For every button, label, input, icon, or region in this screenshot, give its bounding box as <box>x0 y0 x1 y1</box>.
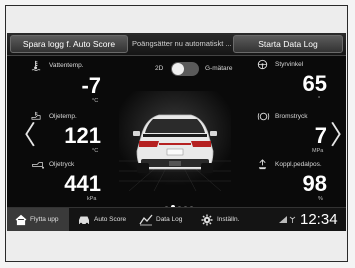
top-bar: Spara logg f. Auto Score Poängsätter nu … <box>7 33 346 56</box>
car-rear-illustration <box>119 91 231 191</box>
antenna-icon <box>289 216 296 223</box>
brake-icon <box>257 112 270 121</box>
coolant-temp-label: Vattentemp. <box>49 62 84 69</box>
status-clock: 12:34 <box>300 211 338 228</box>
nav-settings-label: Inställn. <box>217 216 240 223</box>
toggle-knob <box>172 63 184 75</box>
oil-temp-label: Oljetemp. <box>49 113 77 120</box>
previous-page-arrow[interactable]: 〈 <box>10 123 36 149</box>
car-icon <box>79 216 89 226</box>
infotainment-screen: Spara logg f. Auto Score Poängsätter nu … <box>7 33 346 231</box>
brake-pressure-value: 7 <box>314 123 327 148</box>
nav-data-log-label: Data Log <box>156 216 183 223</box>
oil-pressure-unit: kPa <box>87 196 97 202</box>
steering-angle-value: 65 <box>302 71 327 96</box>
home-icon <box>15 214 27 226</box>
signal-icon <box>279 216 287 223</box>
oil-pressure-icon <box>32 162 44 169</box>
oil-temp-icon <box>31 111 41 120</box>
steering-angle-unit: ° <box>318 96 321 102</box>
oil-pressure-value: 441 <box>64 171 101 196</box>
view-mode-toggle[interactable] <box>171 62 199 76</box>
clutch-pedal-unit: % <box>318 196 323 202</box>
bottom-nav: Flytta upp Auto Score Data Log Inställn. <box>7 207 346 231</box>
steering-angle-label: Styrvinkel <box>275 61 304 68</box>
nav-item-home[interactable]: Flytta upp <box>7 208 69 231</box>
coolant-temp-icon <box>31 60 41 71</box>
data-log-icon <box>139 214 153 226</box>
nav-item-auto-score[interactable]: Auto Score <box>73 208 133 231</box>
clutch-pedal-icon <box>258 159 267 170</box>
clutch-pedal-value: 98 <box>302 171 327 196</box>
brake-pressure-label: Bromstryck <box>275 113 308 120</box>
oil-temp-unit: °C <box>92 148 99 154</box>
toggle-2d-label: 2D <box>155 65 164 72</box>
oil-temp-value: 121 <box>64 123 101 148</box>
nav-item-data-log[interactable]: Data Log <box>135 208 195 231</box>
gear-icon <box>201 214 213 226</box>
toggle-g-meter-label: G-mätare <box>205 65 233 72</box>
steering-wheel-icon <box>257 59 268 70</box>
oil-pressure-label: Oljetryck <box>49 161 75 168</box>
clutch-pedal-label: Koppl.pedalpos. <box>275 161 322 168</box>
nav-auto-score-label: Auto Score <box>94 216 127 223</box>
nav-item-settings[interactable]: Inställn. <box>197 208 255 231</box>
save-log-auto-score-button[interactable]: Spara logg f. Auto Score <box>10 35 128 53</box>
coolant-temp-value: -7 <box>81 73 101 98</box>
auto-scoring-status-text: Poängsätter nu automatiskt ... <box>132 39 232 48</box>
brake-pressure-unit: MPa <box>312 148 324 154</box>
nav-home-label: Flytta upp <box>30 216 59 223</box>
start-data-log-button[interactable]: Starta Data Log <box>233 35 343 53</box>
coolant-temp-unit: °C <box>92 98 99 104</box>
next-page-arrow[interactable]: 〉 <box>330 123 346 149</box>
